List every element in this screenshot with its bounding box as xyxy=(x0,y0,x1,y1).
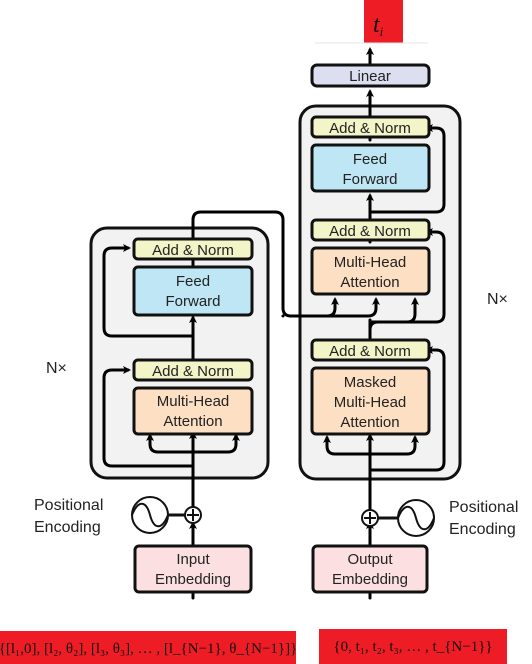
decoder-linear: Linear xyxy=(310,63,431,88)
svg-text:Input: Input xyxy=(176,551,210,568)
svg-text:Attention: Attention xyxy=(340,414,399,431)
svg-text:Add & Norm: Add & Norm xyxy=(329,120,411,137)
svg-text:Multi-Head: Multi-Head xyxy=(334,394,407,411)
decoder-multi-head-attention: Multi-Head Attention xyxy=(310,246,431,296)
svg-text:Linear: Linear xyxy=(349,68,391,85)
encoder-add-norm-top: Add & Norm xyxy=(132,237,254,261)
output-label-bg xyxy=(364,0,403,43)
encoder-feed-forward: Feed Forward xyxy=(132,265,254,317)
svg-text:Add & Norm: Add & Norm xyxy=(152,363,234,380)
svg-text:Attention: Attention xyxy=(340,274,399,291)
decoder-add-norm-top: Add & Norm xyxy=(310,115,431,139)
decoder-add-norm-bottom: Add & Norm xyxy=(310,338,431,362)
svg-text:Masked: Masked xyxy=(344,374,397,391)
svg-text:Add & Norm: Add & Norm xyxy=(329,343,411,360)
encoder-input-embedding: Input Embedding xyxy=(133,544,253,594)
svg-text:Multi-Head: Multi-Head xyxy=(334,254,407,271)
decoder-feed-forward: Feed Forward xyxy=(310,143,431,193)
svg-text:Multi-Head: Multi-Head xyxy=(157,393,230,410)
encoder-input-label: {[l₁,0], [l₂, θ₂], [l₃, θ₃], … , [l_{N−1… xyxy=(0,641,297,657)
encoder-repeat-label: N× xyxy=(46,360,67,377)
encoder-pos-enc-label-1: Positional xyxy=(34,497,103,514)
decoder-input-label: {0, t₁, t₂, t₃, … , t_{N−1}} xyxy=(333,639,492,655)
encoder-add-norm-bottom: Add & Norm xyxy=(132,358,254,382)
svg-text:Feed: Feed xyxy=(353,151,387,168)
decoder-add-norm-mid: Add & Norm xyxy=(310,218,431,242)
svg-text:Add & Norm: Add & Norm xyxy=(152,242,234,259)
svg-text:Attention: Attention xyxy=(163,413,222,430)
svg-text:Add & Norm: Add & Norm xyxy=(329,223,411,240)
encoder-pos-enc-label-2: Encoding xyxy=(34,519,101,536)
svg-text:Forward: Forward xyxy=(342,171,397,188)
encoder-multi-head-attention: Multi-Head Attention xyxy=(132,386,254,436)
svg-text:Feed: Feed xyxy=(176,273,210,290)
svg-text:Output: Output xyxy=(347,551,393,568)
transformer-diagram: ti Add & Norm Feed Forward Add & Norm Mu… xyxy=(0,0,518,664)
decoder-pos-enc-label-1: Positional xyxy=(449,499,518,516)
svg-text:Embedding: Embedding xyxy=(155,571,231,588)
decoder-output-embedding: Output Embedding xyxy=(311,544,429,594)
svg-text:Embedding: Embedding xyxy=(332,571,408,588)
decoder-masked-multi-head-attention: Masked Multi-Head Attention xyxy=(310,366,431,436)
encoder-positional-encoding xyxy=(131,496,202,534)
decoder-positional-encoding xyxy=(361,499,435,537)
decoder-repeat-label: N× xyxy=(487,291,508,308)
svg-text:Forward: Forward xyxy=(165,293,220,310)
decoder-pos-enc-label-2: Encoding xyxy=(449,521,516,538)
